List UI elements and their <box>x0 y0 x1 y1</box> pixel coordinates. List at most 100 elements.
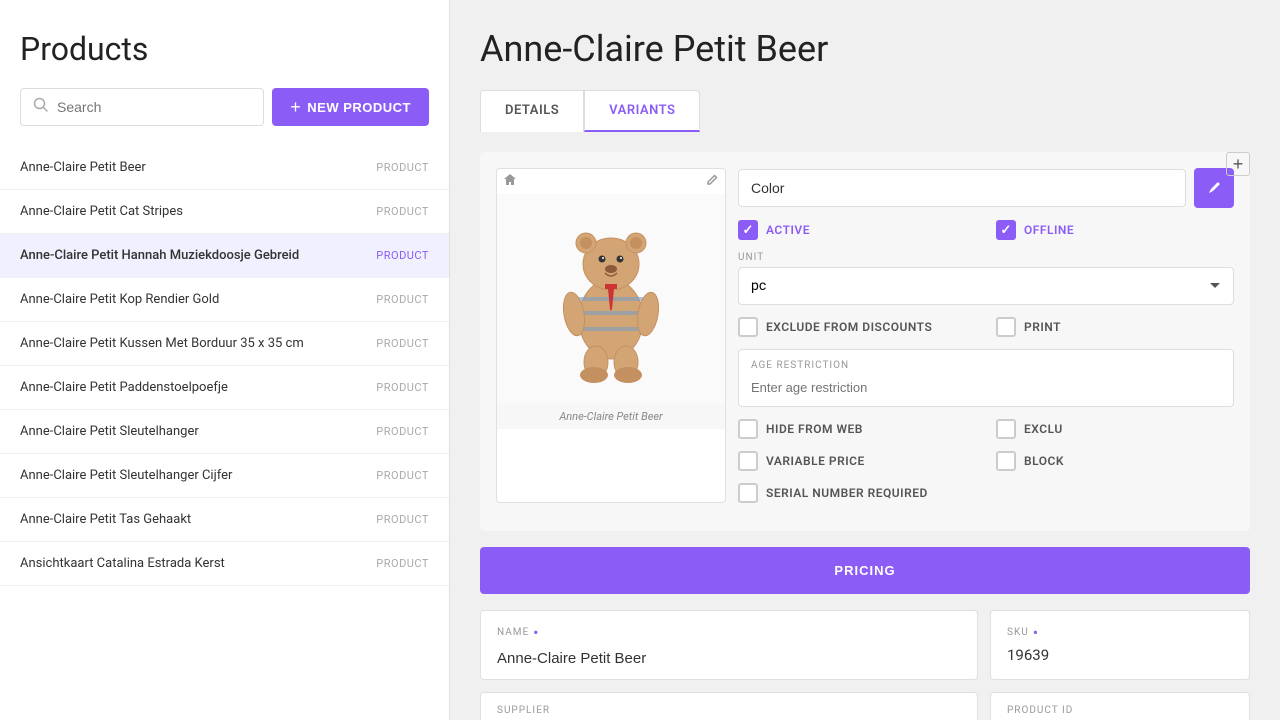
color-input[interactable] <box>738 169 1186 207</box>
checkbox-offline-control[interactable] <box>996 220 1016 240</box>
plus-icon: + <box>290 97 301 118</box>
right-header: Anne-Claire Petit Beer DETAILS VARIANTS <box>450 0 1280 132</box>
page-title: Products <box>20 30 429 68</box>
checkbox-active-label: ACTIVE <box>766 223 810 237</box>
add-variant-button[interactable]: + <box>1226 152 1250 176</box>
checkboxes-grid-4: VARIABLE PRICE BLOCK <box>738 451 1234 471</box>
pricing-button[interactable]: PRICING <box>480 547 1250 594</box>
checkbox-print-control[interactable] <box>996 317 1016 337</box>
checkbox-exclu[interactable]: EXCLU <box>996 419 1234 439</box>
product-id-label: PRODUCT ID <box>1007 705 1233 716</box>
checkboxes-grid-1: ACTIVE OFFLINE <box>738 220 1234 240</box>
checkbox-serial-control[interactable] <box>738 483 758 503</box>
list-item[interactable]: Anne-Claire Petit Kussen Met Borduur 35 … <box>0 322 449 366</box>
list-item[interactable]: Anne-Claire Petit BeerPRODUCT <box>0 146 449 190</box>
color-row <box>738 168 1234 208</box>
list-item[interactable]: Anne-Claire Petit Cat StripesPRODUCT <box>0 190 449 234</box>
product-item-badge: PRODUCT <box>376 161 429 174</box>
checkbox-block[interactable]: BLOCK <box>996 451 1234 471</box>
variant-section: Anne-Claire Petit Beer <box>480 152 1250 531</box>
checkbox-exclude-label: EXCLUDE FROM DISCOUNTS <box>766 320 932 334</box>
tab-details[interactable]: DETAILS <box>480 90 584 132</box>
product-item-name: Anne-Claire Petit Hannah Muziekdoosje Ge… <box>20 248 299 263</box>
list-item[interactable]: Anne-Claire Petit Hannah Muziekdoosje Ge… <box>0 234 449 278</box>
product-item-badge: PRODUCT <box>376 249 429 262</box>
checkbox-serial-label: SERIAL NUMBER REQUIRED <box>766 486 928 500</box>
required-indicator: • <box>533 623 539 642</box>
product-item-badge: PRODUCT <box>376 293 429 306</box>
list-item[interactable]: Anne-Claire Petit Sleutelhanger CijferPR… <box>0 454 449 498</box>
search-box <box>20 88 264 126</box>
checkbox-hide-control[interactable] <box>738 419 758 439</box>
sku-label: SKU • <box>1007 623 1233 642</box>
product-item-name: Ansichtkaart Catalina Estrada Kerst <box>20 556 225 571</box>
left-header: Products + NEW PRODUCT <box>0 0 449 146</box>
image-container: Anne-Claire Petit Beer <box>496 168 726 503</box>
name-field: NAME • <box>480 610 978 680</box>
product-item-badge: PRODUCT <box>376 425 429 438</box>
product-item-name: Anne-Claire Petit Sleutelhanger <box>20 424 199 439</box>
tab-variants[interactable]: VARIANTS <box>584 90 700 132</box>
checkbox-print[interactable]: PRINT <box>996 317 1234 337</box>
checkbox-print-label: PRINT <box>1024 320 1061 334</box>
product-item-name: Anne-Claire Petit Paddenstoelpoefje <box>20 380 228 395</box>
checkbox-exclude-control[interactable] <box>738 317 758 337</box>
product-item-badge: PRODUCT <box>376 337 429 350</box>
product-item-name: Anne-Claire Petit Kop Rendier Gold <box>20 292 219 307</box>
tabs: DETAILS VARIANTS <box>480 90 1250 132</box>
new-product-button[interactable]: + NEW PRODUCT <box>272 88 429 126</box>
list-item[interactable]: Anne-Claire Petit Tas GehaaktPRODUCT <box>0 498 449 542</box>
unit-value: pc <box>751 278 766 294</box>
sku-value: 19639 <box>1007 646 1233 664</box>
checkbox-offline[interactable]: OFFLINE <box>996 220 1234 240</box>
variant-top: Anne-Claire Petit Beer <box>496 168 1234 503</box>
supplier-field: SUPPLIER None selected <box>480 692 978 720</box>
age-restriction-input[interactable] <box>751 380 1221 395</box>
image-caption: Anne-Claire Petit Beer <box>497 404 725 429</box>
sku-field: SKU • 19639 <box>990 610 1250 680</box>
list-item[interactable]: Anne-Claire Petit Sleutelhanger PRODUCT <box>0 410 449 454</box>
sku-required-indicator: • <box>1033 623 1039 642</box>
checkbox-exclu-control[interactable] <box>996 419 1016 439</box>
checkbox-offline-label: OFFLINE <box>1024 223 1074 237</box>
checkboxes-grid-2: EXCLUDE FROM DISCOUNTS PRINT <box>738 317 1234 337</box>
checkbox-active-control[interactable] <box>738 220 758 240</box>
checkbox-active[interactable]: ACTIVE <box>738 220 976 240</box>
list-item[interactable]: Ansichtkaart Catalina Estrada Kerst PRODU… <box>0 542 449 586</box>
list-item[interactable]: Anne-Claire Petit Kop Rendier Gold PRODUC… <box>0 278 449 322</box>
checkbox-block-label: BLOCK <box>1024 454 1064 468</box>
product-item-badge: PRODUCT <box>376 557 429 570</box>
checkbox-block-control[interactable] <box>996 451 1016 471</box>
home-icon-button[interactable] <box>503 173 517 190</box>
unit-row: UNIT pc <box>738 252 1234 305</box>
list-item[interactable]: Anne-Claire Petit Paddenstoelpoefje PRODU… <box>0 366 449 410</box>
checkbox-serial[interactable]: SERIAL NUMBER REQUIRED <box>738 483 1234 503</box>
product-item-badge: PRODUCT <box>376 205 429 218</box>
variant-controls: ACTIVE OFFLINE UNIT pc <box>738 168 1234 503</box>
search-input[interactable] <box>49 89 251 125</box>
name-label: NAME • <box>497 623 961 642</box>
edit-icon-button[interactable] <box>705 173 719 190</box>
product-detail-title: Anne-Claire Petit Beer <box>480 28 1250 70</box>
checkbox-hide-label: HIDE FROM WEB <box>766 422 863 436</box>
name-input[interactable] <box>497 650 961 667</box>
age-restriction-field: AGE RESTRICTION <box>738 349 1234 407</box>
product-item-badge: PRODUCT <box>376 381 429 394</box>
unit-label: UNIT <box>738 252 1234 263</box>
checkbox-variable-price[interactable]: VARIABLE PRICE <box>738 451 976 471</box>
left-panel: Products + NEW PRODUCT Anne-Claire Petit… <box>0 0 450 720</box>
age-restriction-label: AGE RESTRICTION <box>751 360 1221 371</box>
product-item-name: Anne-Claire Petit Sleutelhanger Cijfer <box>20 468 232 483</box>
supplier-label: SUPPLIER <box>497 705 961 716</box>
product-item-name: Anne-Claire Petit Tas Gehaakt <box>20 512 191 527</box>
product-list: Anne-Claire Petit BeerPRODUCTAnne-Claire… <box>0 146 449 720</box>
fields-row-2: SUPPLIER None selected PRODUCT ID 19639 <box>480 692 1250 720</box>
right-content: + <box>450 132 1280 720</box>
checkbox-variable-control[interactable] <box>738 451 758 471</box>
checkbox-hide-web[interactable]: HIDE FROM WEB <box>738 419 976 439</box>
checkboxes-grid-3: HIDE FROM WEB EXCLU <box>738 419 1234 439</box>
product-item-name: Anne-Claire Petit Kussen Met Borduur 35 … <box>20 336 304 351</box>
unit-select[interactable]: pc <box>738 267 1234 305</box>
checkbox-exclude-discounts[interactable]: EXCLUDE FROM DISCOUNTS <box>738 317 976 337</box>
product-image-area <box>497 194 725 404</box>
